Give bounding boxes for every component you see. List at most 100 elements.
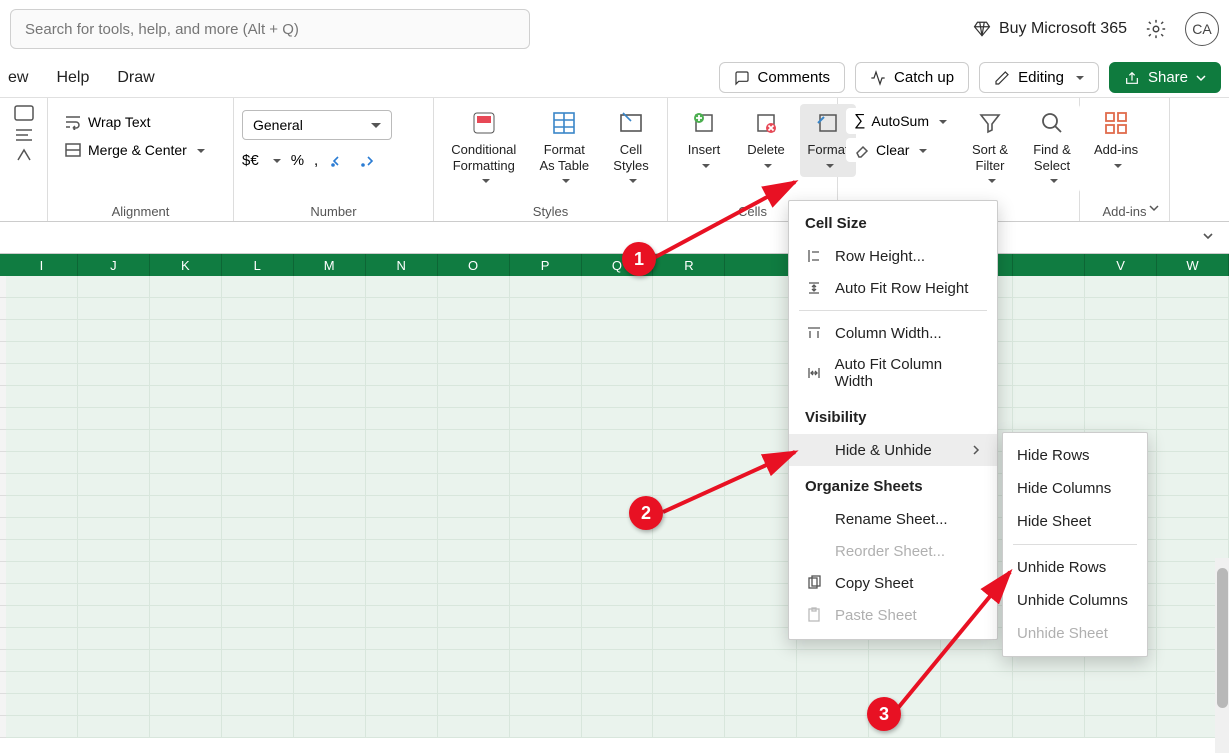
addins-button[interactable]: Add-ins [1088, 104, 1144, 177]
col-header[interactable] [725, 254, 797, 276]
tab-view[interactable]: ew [8, 69, 28, 87]
conditional-icon [470, 109, 498, 137]
paste-sheet-item: Paste Sheet [789, 599, 997, 631]
insert-icon [690, 109, 718, 137]
dropdown-section-header: Visibility [789, 403, 997, 434]
col-header[interactable]: M [294, 254, 366, 276]
formula-bar [0, 222, 1229, 254]
hide-unhide-submenu: Hide Rows Hide Columns Hide Sheet Unhide… [1002, 432, 1148, 657]
copy-sheet-item[interactable]: Copy Sheet [789, 567, 997, 599]
scrollbar-thumb[interactable] [1217, 568, 1228, 708]
format-dropdown: Cell Size Row Height... Auto Fit Row Hei… [788, 200, 998, 640]
hide-columns-item[interactable]: Hide Columns [1003, 472, 1147, 505]
search-input[interactable]: Search for tools, help, and more (Alt + … [10, 9, 530, 49]
merge-icon [64, 142, 82, 158]
clear-button[interactable]: Clear [846, 138, 956, 162]
callout-2: 2 [629, 496, 663, 530]
format-as-table-button[interactable]: Format As Table [532, 104, 597, 193]
col-header[interactable]: O [438, 254, 510, 276]
col-width-icon [805, 324, 823, 342]
col-header[interactable]: W [1157, 254, 1229, 276]
share-icon [1124, 70, 1140, 86]
sort-filter-button[interactable]: Sort & Filter [962, 104, 1018, 193]
merge-center-button[interactable]: Merge & Center [56, 138, 213, 162]
paste-icon [805, 606, 823, 624]
tab-draw[interactable]: Draw [117, 69, 154, 87]
percent-button[interactable]: % [291, 152, 304, 169]
callout-3: 3 [867, 697, 901, 731]
reorder-sheet-item: Reorder Sheet... [789, 535, 997, 567]
chevron-right-icon [971, 442, 981, 459]
table-icon [550, 109, 578, 137]
wrap-text-button[interactable]: Wrap Text [56, 110, 159, 134]
chevron-down-icon [193, 142, 205, 158]
col-header[interactable]: J [78, 254, 150, 276]
catchup-button[interactable]: Catch up [855, 62, 969, 93]
number-format-select[interactable]: General [242, 110, 392, 140]
currency-button[interactable]: $€ [242, 152, 259, 169]
formula-expand-button[interactable] [1201, 229, 1215, 246]
autofit-col-icon [805, 364, 823, 382]
addins-icon [1102, 109, 1130, 137]
pencil-icon [994, 70, 1010, 86]
avatar[interactable]: CA [1185, 12, 1219, 46]
unhide-columns-item[interactable]: Unhide Columns [1003, 584, 1147, 617]
col-header[interactable]: R [653, 254, 725, 276]
sigma-icon: ∑ [854, 112, 865, 130]
delete-icon [752, 109, 780, 137]
cellstyle-icon [617, 109, 645, 137]
column-headers: I J K L M N O P Q R V W [0, 254, 1229, 276]
comma-button[interactable]: , [314, 152, 318, 169]
ribbon-expand-icon[interactable] [1147, 201, 1161, 215]
conditional-formatting-button[interactable]: Conditional Formatting [442, 104, 526, 193]
col-header[interactable]: N [366, 254, 438, 276]
row-height-icon [805, 247, 823, 265]
buy-microsoft-365[interactable]: Buy Microsoft 365 [973, 20, 1127, 38]
hide-sheet-item[interactable]: Hide Sheet [1003, 505, 1147, 538]
col-header[interactable] [1013, 254, 1085, 276]
dropdown-section-header: Cell Size [789, 209, 997, 240]
col-header[interactable]: I [6, 254, 78, 276]
gear-icon[interactable] [1145, 18, 1167, 40]
find-select-button[interactable]: Find & Select [1024, 104, 1080, 193]
autofit-row-item[interactable]: Auto Fit Row Height [789, 272, 997, 304]
group-label-alignment: Alignment [56, 202, 225, 219]
col-header[interactable]: V [1085, 254, 1157, 276]
column-width-item[interactable]: Column Width... [789, 317, 997, 349]
align-icon[interactable] [12, 104, 36, 124]
hide-unhide-item[interactable]: Hide & Unhide [789, 434, 997, 466]
row-height-item[interactable]: Row Height... [789, 240, 997, 272]
rename-sheet-item[interactable]: Rename Sheet... [789, 503, 997, 535]
autosum-button[interactable]: ∑ AutoSum [846, 108, 956, 134]
share-button[interactable]: Share [1109, 62, 1221, 93]
group-label-number: Number [242, 202, 425, 219]
increase-decimal-icon[interactable] [358, 153, 378, 169]
activity-icon [870, 70, 886, 86]
insert-button[interactable]: Insert [676, 104, 732, 177]
dropdown-section-header: Organize Sheets [789, 472, 997, 503]
col-header[interactable]: L [222, 254, 294, 276]
funnel-icon [977, 110, 1003, 136]
align-lines-icon[interactable] [14, 128, 34, 142]
hide-rows-item[interactable]: Hide Rows [1003, 439, 1147, 472]
unhide-rows-item[interactable]: Unhide Rows [1003, 551, 1147, 584]
delete-button[interactable]: Delete [738, 104, 794, 177]
comments-button[interactable]: Comments [719, 62, 846, 93]
col-header[interactable]: K [150, 254, 222, 276]
callout-1: 1 [622, 242, 656, 276]
eraser-icon [854, 142, 870, 158]
diamond-icon [973, 20, 991, 38]
cell-styles-button[interactable]: Cell Styles [603, 104, 659, 193]
rotate-text-icon[interactable] [14, 146, 34, 164]
decrease-decimal-icon[interactable] [328, 153, 348, 169]
autofit-col-item[interactable]: Auto Fit Column Width [789, 349, 997, 397]
ribbon: Wrap Text Merge & Center Alignment Gener… [0, 98, 1229, 222]
buy-label: Buy Microsoft 365 [999, 20, 1127, 38]
menu-bar: ew Help Draw Comments Catch up Editing S… [0, 58, 1229, 98]
tab-help[interactable]: Help [56, 69, 89, 87]
search-placeholder: Search for tools, help, and more (Alt + … [25, 21, 299, 38]
chevron-down-icon [1201, 229, 1215, 243]
chevron-down-icon [1196, 73, 1206, 83]
editing-button[interactable]: Editing [979, 62, 1099, 93]
col-header[interactable]: P [510, 254, 582, 276]
